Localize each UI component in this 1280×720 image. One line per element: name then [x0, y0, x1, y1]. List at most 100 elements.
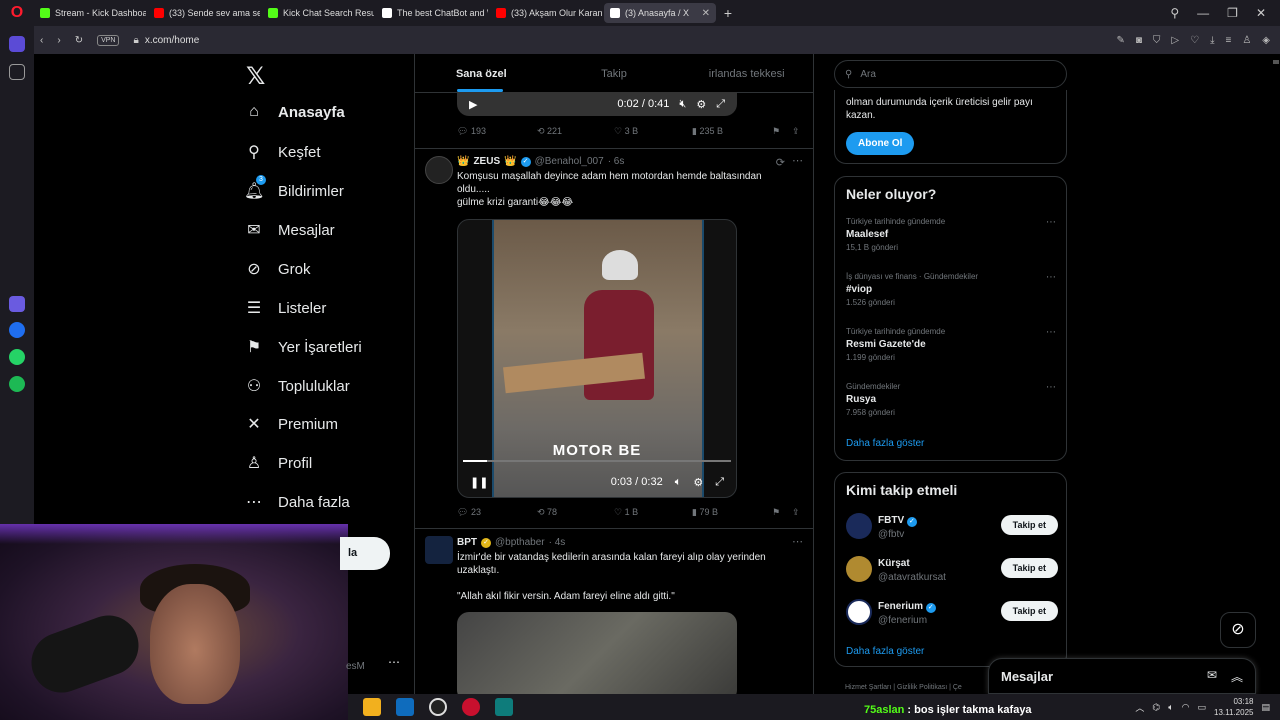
chevron-up-icon[interactable]: ︿ — [1135, 701, 1144, 714]
nav-item-yer-i̇şaretleri[interactable]: ⚑ Yer İşaretleri — [244, 337, 362, 357]
account-menu-icon[interactable]: ⋯ — [388, 655, 400, 669]
follow-button[interactable]: Takip et — [1000, 601, 1058, 621]
opera-taskbar-icon[interactable] — [462, 698, 480, 716]
nav-item-profil[interactable]: ♙ Profil — [244, 453, 312, 473]
volume-icon[interactable]: 🔇︎ — [679, 98, 686, 111]
more-options-icon[interactable]: ⋯ — [1046, 217, 1056, 228]
search-tabs-icon[interactable]: ⚲ — [1170, 6, 1179, 20]
close-tab-icon[interactable]: ✕ — [702, 8, 710, 19]
pause-icon[interactable]: ❚❚ — [470, 476, 488, 489]
reply-button[interactable]: 💬︎ 193 — [457, 126, 537, 137]
page-scrollbar[interactable] — [1272, 54, 1280, 694]
browser-tab[interactable]: Kick Chat Search Results — [262, 3, 374, 23]
show-more-trends[interactable]: Daha fazla göster — [846, 438, 924, 449]
post-button[interactable]: la — [340, 537, 390, 570]
settings-icon[interactable]: ⚙ — [693, 476, 703, 489]
volume-icon[interactable]: 🔈︎ — [1168, 702, 1173, 713]
extensions-icon[interactable]: ◈ — [1262, 35, 1270, 46]
footer-links[interactable]: Hizmet Şartları | Gizlilik Politikası | … — [845, 684, 962, 691]
views-button[interactable]: ▮ 235 B — [692, 126, 772, 137]
repost-button[interactable]: ⟲ 221 — [537, 126, 614, 137]
trend-item[interactable]: Gündemdekiler Rusya 7.958 gönderi ⋯ — [846, 382, 1056, 417]
volume-icon[interactable]: 🔈︎ — [675, 476, 682, 489]
browser-tab[interactable]: (33) Akşam Olur Karanlığa — [490, 3, 602, 23]
follow-button[interactable]: Takip et — [1000, 515, 1058, 535]
back-icon[interactable]: ‹ — [40, 35, 43, 46]
more-options-icon[interactable]: ⋯ — [792, 154, 803, 167]
nav-item-daha-fazla[interactable]: ⋯ Daha fazla — [244, 492, 350, 512]
tweet2-time[interactable]: · 6s — [608, 156, 625, 167]
views-button[interactable]: ▮ 79 B — [692, 507, 772, 518]
battery-icon[interactable]: ▭ — [1198, 702, 1207, 713]
more-options-icon[interactable]: ⋯ — [1046, 382, 1056, 393]
close-window-button[interactable]: ✕ — [1256, 6, 1266, 20]
browser-tab[interactable]: (3) Anasayfa / X ✕ — [604, 3, 716, 23]
messages-dock[interactable]: Mesajlar ✉ ︽ — [988, 658, 1256, 694]
tweet3-handle[interactable]: @bpthaber — [495, 537, 545, 548]
outlook-icon[interactable] — [396, 698, 414, 716]
tab-for-you[interactable]: Sana özel — [415, 54, 548, 92]
new-tab-button[interactable]: + — [718, 5, 738, 21]
notification-icon[interactable]: ▤ — [1261, 702, 1270, 713]
shield-icon[interactable]: ⛉ — [1153, 35, 1161, 46]
nav-item-grok[interactable]: ⊘ Grok — [244, 259, 310, 279]
browser-tab[interactable]: (33) Sende sev ama sevilme — [148, 3, 260, 23]
nav-item-keşfet[interactable]: ⚲ Keşfet — [244, 142, 320, 162]
show-more-follow[interactable]: Daha fazla göster — [846, 646, 924, 657]
home-sidebar-icon[interactable] — [9, 36, 25, 52]
scrollbar-thumb[interactable] — [1273, 60, 1279, 64]
star-icon[interactable] — [9, 64, 25, 80]
trend-item[interactable]: Türkiye tarihinde gündemde Maalesef 15,1 B… — [846, 217, 1056, 252]
like-button[interactable]: ♡ 3 B — [614, 126, 692, 137]
profile-icon[interactable]: ♙ — [1242, 35, 1251, 46]
reply-button[interactable]: 💬︎ 23 — [457, 507, 537, 518]
trend-item[interactable]: İş dünyası ve finans · Gündemdekiler #vio… — [846, 272, 1056, 307]
follow-suggestion[interactable]: Kürşat @atavratkursat Takip et — [846, 556, 1058, 586]
tweet2-video[interactable]: MOTOR BE ❚❚ 0:03 / 0:32 🔈︎ ⚙ ⤢ — [457, 219, 737, 498]
grok-floating-button[interactable]: ⊘ — [1220, 612, 1256, 648]
repost-button[interactable]: ⟲ 78 — [537, 507, 614, 518]
share-icon[interactable]: ⇪ — [792, 507, 800, 518]
camera-icon[interactable]: ◙ — [1136, 35, 1142, 46]
avatar[interactable] — [425, 536, 453, 564]
grok-analyze-icon[interactable]: ⟳ — [776, 156, 785, 169]
more-options-icon[interactable]: ⋯ — [792, 535, 803, 548]
spotify-icon[interactable] — [9, 376, 25, 392]
whatsapp-icon[interactable] — [9, 349, 25, 365]
app-icon[interactable] — [495, 698, 513, 716]
share-icon[interactable]: ⇪ — [792, 126, 800, 137]
like-button[interactable]: ♡ 1 B — [614, 507, 692, 518]
clock[interactable]: 03:18 13.11.2025 — [1214, 696, 1253, 718]
follow-button[interactable]: Takip et — [1000, 558, 1058, 578]
network-icon[interactable]: ⌬ — [1152, 702, 1160, 713]
more-options-icon[interactable]: ⋯ — [1046, 327, 1056, 338]
bookmark-icon[interactable]: ⚑ — [772, 126, 780, 137]
follow-suggestion[interactable]: FBTV ✓ @fbtv Takip et — [846, 513, 1058, 543]
video-progress[interactable] — [463, 460, 731, 462]
edit-icon[interactable]: ✎ — [1116, 35, 1124, 46]
tweet3-media[interactable] — [457, 612, 737, 694]
tweet3-author[interactable]: BPT — [457, 537, 477, 548]
nav-item-topluluklar[interactable]: ⚇ Topluluklar — [244, 376, 350, 396]
follow-suggestion[interactable]: Fenerium ✓ @fenerium Takip et — [846, 599, 1058, 629]
x-logo-icon[interactable]: 𝕏 — [246, 62, 265, 91]
browser-tab[interactable]: Stream - Kick Dashboard — [34, 3, 146, 23]
forward-icon[interactable]: › — [57, 35, 60, 46]
search-input[interactable]: ⚲ Ara — [834, 60, 1067, 88]
nav-item-mesajlar[interactable]: ✉ Mesajlar — [244, 220, 334, 240]
obs-icon[interactable] — [429, 698, 447, 716]
avatar[interactable] — [846, 599, 872, 625]
expand-icon[interactable]: ︽ — [1231, 668, 1243, 685]
messenger-icon[interactable] — [9, 322, 25, 338]
nav-item-premium[interactable]: ✕ Premium — [244, 414, 338, 434]
url-field[interactable]: x.com/home — [145, 35, 199, 46]
aria-icon[interactable] — [9, 296, 25, 312]
avatar[interactable] — [846, 513, 872, 539]
nav-item-anasayfa[interactable]: ⌂ Anasayfa — [244, 103, 345, 121]
tab-following[interactable]: Takip — [548, 54, 681, 92]
avatar[interactable] — [425, 156, 453, 184]
reload-icon[interactable]: ↻ — [75, 35, 83, 46]
download-icon[interactable]: ⤓ — [1210, 35, 1214, 46]
account-name[interactable]: esM — [346, 661, 365, 672]
nav-item-listeler[interactable]: ☰ Listeler — [244, 298, 327, 318]
